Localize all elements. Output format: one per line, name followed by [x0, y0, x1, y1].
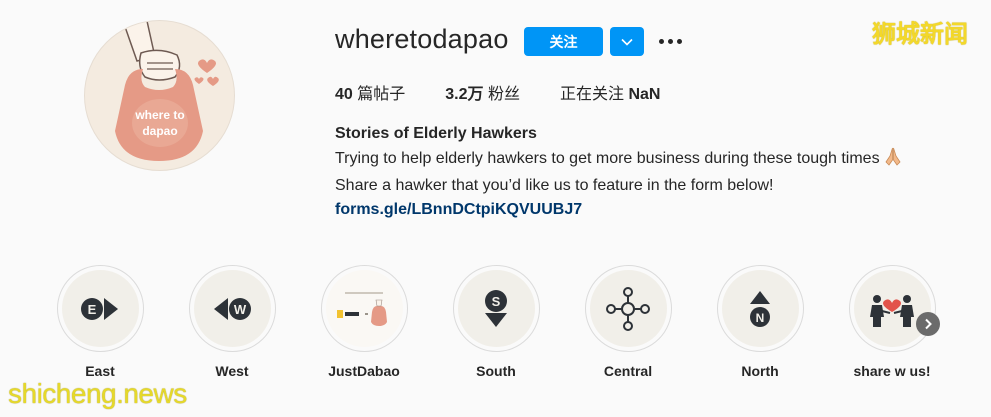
bio-display-name: Stories of Elderly Hawkers — [335, 125, 537, 142]
more-options-button[interactable] — [656, 30, 684, 52]
profile-username: wheretodapao — [335, 24, 509, 54]
highlight-justdabao[interactable]: JustDabao — [320, 265, 408, 379]
takeaway-bag-logo-icon: where to dapao — [115, 21, 219, 161]
highlight-east[interactable]: E East — [56, 265, 144, 379]
highlight-central[interactable]: Central — [584, 265, 672, 379]
profile-bio: Stories of Elderly Hawkers Trying to hel… — [335, 122, 903, 222]
followers-count-label: 粉丝 — [487, 86, 520, 103]
highlight-ring — [584, 265, 672, 352]
south-compass-icon: S — [485, 289, 507, 327]
highlight-ring: E — [56, 265, 144, 352]
following-count-label: 正在关注 — [559, 86, 624, 103]
profile-stats: 40 篇帖子 3.2万 粉丝 正在关注 NaN — [335, 80, 700, 104]
posts-count-label: 篇帖子 — [357, 86, 406, 103]
suggested-accounts-dropdown-button[interactable] — [610, 27, 644, 56]
north-compass-icon: N — [750, 290, 770, 327]
more-dot-icon — [658, 38, 664, 44]
highlight-label: Central — [603, 363, 653, 379]
share-people-heart-icon — [870, 294, 914, 327]
more-dot-icon — [667, 38, 673, 44]
watermark-bottom-left: shicheng.news — [8, 378, 187, 409]
highlight-ring — [848, 265, 936, 352]
highlight-label: South — [476, 363, 516, 379]
svg-text:E: E — [88, 302, 97, 317]
followers-count-value: 3.2万 — [445, 86, 484, 103]
highlight-north[interactable]: N North — [716, 265, 804, 379]
highlight-ring: W — [188, 265, 276, 352]
folded-hands-emoji-icon — [883, 146, 903, 174]
highlight-ring — [320, 265, 408, 352]
highlight-label: East — [85, 363, 115, 379]
west-compass-icon: W — [214, 297, 251, 320]
highlight-label: West — [215, 363, 249, 379]
svg-text:N: N — [756, 311, 765, 325]
following-count-value: NaN — [628, 86, 661, 103]
central-compass-icon — [606, 286, 650, 331]
svg-text:W: W — [234, 302, 247, 317]
follow-button[interactable]: 关注 — [524, 27, 603, 56]
bio-line-1: Trying to help elderly hawkers to get mo… — [335, 146, 903, 174]
chevron-down-icon — [621, 38, 633, 46]
posts-count: 40 篇帖子 — [335, 80, 405, 104]
justdabao-collab-icon — [337, 291, 387, 326]
svg-text:S: S — [492, 294, 501, 309]
bio-line-2: Share a hawker that you’d like us to fea… — [335, 177, 774, 194]
following-count[interactable]: 正在关注 NaN — [560, 80, 660, 104]
more-dot-icon — [676, 38, 682, 44]
followers-count[interactable]: 3.2万 粉丝 — [445, 80, 520, 104]
watermark-top-right: 狮城新闻 — [872, 21, 968, 48]
profile-avatar[interactable]: where to dapao — [84, 20, 235, 171]
highlight-label: share w us! — [853, 363, 931, 379]
avatar-text-line2: dapao — [142, 124, 177, 138]
bio-line-1-text: Trying to help elderly hawkers to get mo… — [335, 150, 880, 167]
highlight-label: North — [741, 363, 779, 379]
story-highlights: E East W West JustDabao S South Central … — [56, 265, 936, 385]
highlight-ring: S — [452, 265, 540, 352]
highlight-west[interactable]: W West — [188, 265, 276, 379]
highlights-next-button[interactable] — [916, 312, 940, 336]
bio-link[interactable]: forms.gle/LBnnDCtpiKQVUUBJ7 — [335, 198, 903, 222]
highlight-label: JustDabao — [328, 363, 400, 379]
avatar-text-line1: where to — [134, 108, 184, 122]
east-compass-icon: E — [81, 297, 118, 320]
posts-count-value: 40 — [335, 86, 353, 103]
highlight-south[interactable]: S South — [452, 265, 540, 379]
chevron-right-icon — [925, 318, 932, 330]
highlight-ring: N — [716, 265, 804, 352]
